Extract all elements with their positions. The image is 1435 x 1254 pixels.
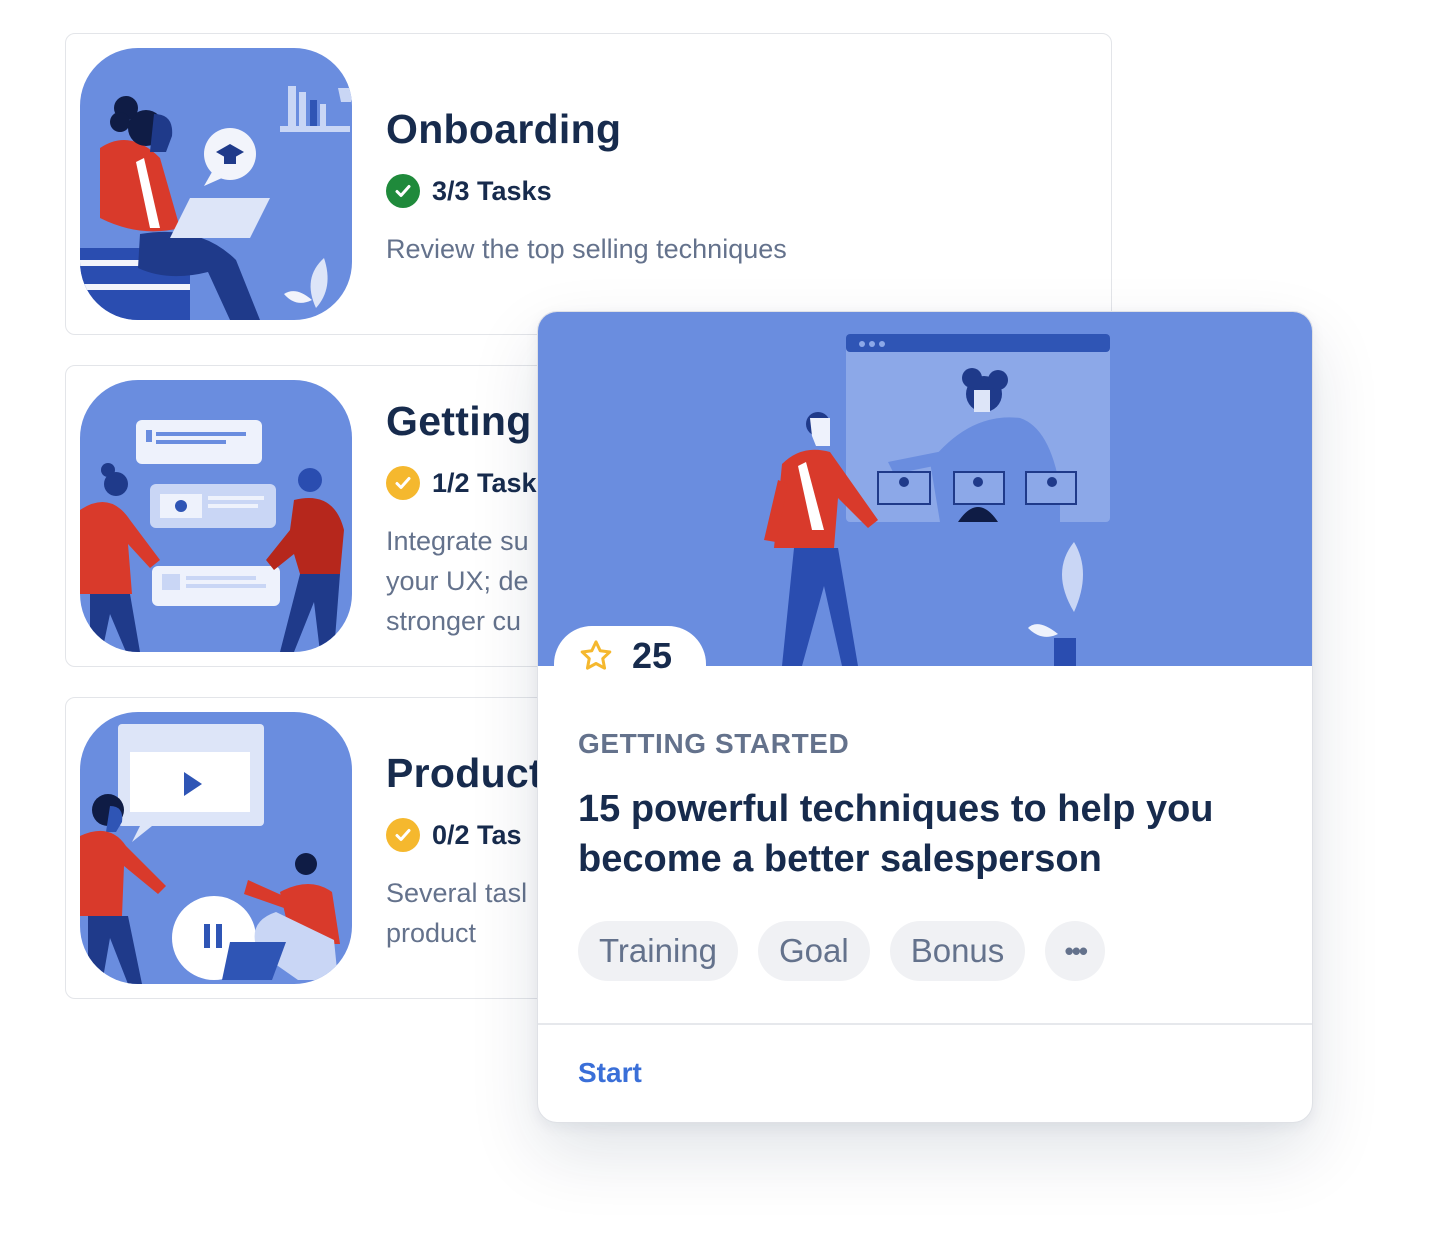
more-horizontal-icon: ••• <box>1064 935 1088 966</box>
course-title: Onboarding <box>386 106 622 152</box>
check-circle-icon <box>386 466 420 500</box>
tasks-progress: 0/2 Tas <box>386 818 522 852</box>
course-description: Integrate su your UX; de stronger cu <box>386 526 529 636</box>
points-badge: 25 <box>554 626 706 686</box>
course-title: Product <box>386 750 543 796</box>
course-description: Several tasl product <box>386 878 528 948</box>
course-description: Review the top selling techniques <box>386 234 787 264</box>
hero-illustration <box>538 312 1312 666</box>
tag-bonus[interactable]: Bonus <box>889 921 1026 981</box>
course-detail-card[interactable]: 25 GETTING STARTED 15 powerful technique… <box>537 311 1313 1123</box>
divider <box>538 1023 1312 1025</box>
course-title: Getting <box>386 398 532 444</box>
check-circle-icon <box>386 818 420 852</box>
tasks-progress: 3/3 Tasks <box>386 174 552 208</box>
more-tags-button[interactable]: ••• <box>1045 921 1106 981</box>
tag-training[interactable]: Training <box>578 921 738 981</box>
tasks-count: 3/3 Tasks <box>432 175 552 206</box>
course-detail-title: 15 powerful techniques to help you becom… <box>578 788 1214 880</box>
product-illustration <box>80 712 352 984</box>
tasks-progress: 1/2 Task <box>386 466 537 500</box>
check-circle-icon <box>386 174 420 208</box>
tasks-count: 0/2 Tas <box>432 819 522 850</box>
points-value: 25 <box>632 635 673 676</box>
tasks-count: 1/2 Task <box>432 467 537 498</box>
star-icon <box>580 640 612 670</box>
onboarding-illustration <box>80 48 352 320</box>
getting-started-illustration <box>80 380 352 652</box>
tag-list: Training Goal Bonus ••• <box>578 921 1106 981</box>
course-category: GETTING STARTED <box>578 728 850 759</box>
tag-goal[interactable]: Goal <box>758 921 870 981</box>
course-card-onboarding[interactable]: Onboarding 3/3 Tasks Review the top sell… <box>65 33 1112 335</box>
start-button[interactable]: Start <box>578 1057 642 1089</box>
